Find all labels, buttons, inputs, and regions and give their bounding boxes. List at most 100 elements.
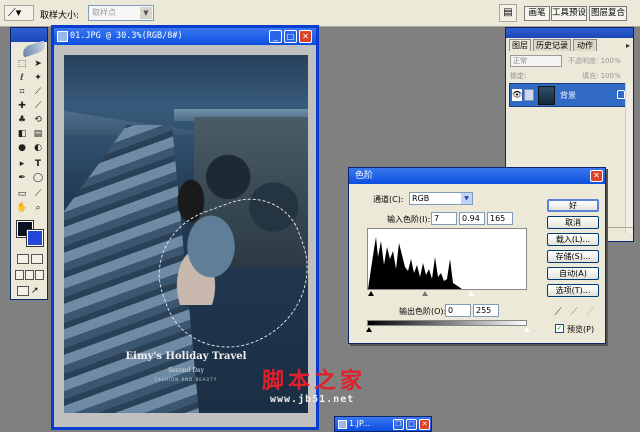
channel-select[interactable]: RGB ▼ — [409, 192, 473, 205]
input-levels-label: 输入色阶(I): — [387, 215, 431, 224]
standard-screen-mode-icon[interactable] — [15, 270, 24, 280]
slice-tool-icon[interactable]: ⟋ — [31, 86, 45, 98]
auto-button[interactable]: 自动(A) — [547, 267, 599, 280]
levels-titlebar[interactable]: 色阶 — [349, 168, 605, 184]
black-point-slider[interactable] — [368, 291, 374, 296]
watermark-chinese: 脚本之家 — [262, 368, 367, 394]
layer-link-icon[interactable] — [524, 89, 534, 101]
standard-mode-icon[interactable] — [17, 254, 29, 264]
restore-button[interactable]: ❐ — [393, 419, 404, 430]
eyedropper-tool-preset-icon[interactable]: ⟋▾ — [4, 5, 34, 21]
blend-mode-select[interactable]: 正常 — [510, 55, 562, 67]
lasso-tool-icon[interactable]: ℓ — [15, 72, 29, 84]
input-gamma-field[interactable]: 0.94 — [459, 212, 485, 225]
white-eyedropper-icon[interactable]: ⟋ — [585, 307, 595, 319]
sample-size-label: 取样大小: — [40, 11, 80, 21]
document-title: 01.JPG @ 30.3%(RGB/8#) — [70, 31, 183, 41]
load-button[interactable]: 载入(L)... — [547, 233, 599, 246]
path-selection-tool-icon[interactable]: ▸ — [15, 158, 29, 170]
document-icon — [57, 31, 68, 42]
crop-tool-icon[interactable]: ⌗ — [15, 86, 29, 98]
minimized-document-window[interactable]: 1.JP... ❐ □ ✕ — [334, 416, 432, 432]
zoom-tool-icon[interactable]: ⌕ — [31, 202, 45, 214]
output-white-slider[interactable] — [524, 327, 530, 332]
output-black-field[interactable]: 0 — [445, 304, 471, 317]
watermark-url: www.jb51.net — [270, 394, 355, 405]
maximize-button[interactable]: □ — [284, 30, 297, 43]
tab-tool-presets[interactable]: 工具预设 — [551, 6, 587, 21]
lock-icon — [617, 90, 625, 99]
layer-thumbnail — [538, 86, 555, 105]
tab-history[interactable]: 历史记录 — [533, 39, 571, 51]
layer-row-background[interactable]: 👁 背景 — [509, 83, 630, 107]
document-icon — [338, 420, 347, 429]
photoshop-feather-logo[interactable] — [21, 40, 47, 58]
save-button[interactable]: 存储(S)... — [547, 250, 599, 263]
maximize-button[interactable]: □ — [406, 419, 417, 430]
shape-tool-icon[interactable]: ◯ — [31, 172, 45, 184]
cancel-button[interactable]: 取消 — [547, 216, 599, 229]
histogram — [367, 228, 527, 290]
layers-panel-titlebar[interactable] — [506, 28, 633, 38]
edit-in-imageready-icon[interactable] — [17, 286, 29, 296]
lock-label: 锁定: — [510, 72, 527, 80]
close-button[interactable]: ✕ — [590, 170, 603, 182]
tab-layers[interactable]: 图层 — [509, 39, 531, 51]
photo-caption-title: Eimy's Holiday Travel — [125, 351, 247, 362]
magic-wand-tool-icon[interactable]: ✦ — [31, 72, 45, 84]
tab-actions[interactable]: 动作 — [573, 39, 597, 51]
history-brush-tool-icon[interactable]: ⟲ — [31, 114, 45, 126]
hand-tool-icon[interactable]: ✋ — [15, 202, 29, 214]
blur-tool-icon[interactable]: ● — [15, 142, 29, 154]
ok-button[interactable]: 好 — [547, 199, 599, 212]
input-white-field[interactable]: 165 — [487, 212, 513, 225]
layers-scrollbar[interactable] — [625, 83, 633, 233]
jump-to-imageready-icon[interactable]: ↗ — [31, 286, 43, 296]
input-black-field[interactable]: 7 — [431, 212, 457, 225]
black-eyedropper-icon[interactable]: ⟋ — [553, 307, 563, 319]
move-tool-icon[interactable]: ➤ — [31, 58, 45, 70]
healing-brush-tool-icon[interactable]: ✚ — [15, 100, 29, 112]
layer-name: 背景 — [560, 91, 576, 100]
dodge-tool-icon[interactable]: ◐ — [31, 142, 45, 154]
output-levels-label: 输出色阶(O): — [399, 307, 447, 316]
full-screen-menu-mode-icon[interactable] — [25, 270, 34, 280]
opacity-field[interactable]: 不透明度: 100% — [568, 56, 621, 66]
eye-icon[interactable]: 👁 — [512, 89, 522, 101]
gradient-tool-icon[interactable]: ▤ — [31, 128, 45, 140]
sample-size-select[interactable]: 取样点 ▼ — [88, 5, 154, 21]
tab-brushes[interactable]: 画笔 — [524, 6, 550, 21]
toolbox-titlebar[interactable] — [11, 28, 47, 42]
eyedropper-tool-icon[interactable]: ⟋ — [31, 188, 45, 200]
full-screen-mode-icon[interactable] — [35, 270, 44, 280]
marquee-tool-icon[interactable]: ⬚ — [15, 58, 29, 70]
palette-well-icon[interactable]: ▤ — [499, 4, 517, 22]
minimize-button[interactable]: _ — [269, 30, 282, 43]
chevron-down-icon: ▼ — [140, 7, 152, 19]
gamma-slider[interactable] — [422, 291, 428, 296]
clone-stamp-tool-icon[interactable]: ♣ — [15, 114, 29, 126]
close-button[interactable]: ✕ — [299, 30, 312, 43]
type-tool-icon[interactable]: T — [31, 158, 45, 170]
toolbox: ⬚ ➤ ℓ ✦ ⌗ ⟋ ✚ ⟋ ♣ ⟲ ◧ ▤ ● ◐ ▸ T ✒ ◯ ▭ ⟋ … — [10, 27, 48, 300]
output-black-slider[interactable] — [366, 327, 372, 332]
background-color-swatch[interactable] — [26, 229, 44, 247]
gray-eyedropper-icon[interactable]: ⟋ — [569, 307, 579, 319]
options-button[interactable]: 选项(T)... — [547, 284, 599, 297]
pen-tool-icon[interactable]: ✒ — [15, 172, 29, 184]
minimized-window-title: 1.JP... — [349, 419, 371, 428]
brush-tool-icon[interactable]: ⟋ — [31, 100, 45, 112]
output-white-field[interactable]: 255 — [473, 304, 499, 317]
document-canvas[interactable]: Eimy's Holiday Travel Second Day FASHION… — [64, 55, 308, 413]
output-gradient-bar — [367, 320, 527, 326]
notes-tool-icon[interactable]: ▭ — [15, 188, 29, 200]
tab-layer-comps[interactable]: 图层复合 — [589, 6, 627, 21]
fill-field[interactable]: 填充: 100% — [582, 71, 621, 81]
preview-checkbox[interactable]: ✓ — [555, 324, 564, 333]
white-point-slider[interactable] — [468, 291, 474, 296]
eraser-tool-icon[interactable]: ◧ — [15, 128, 29, 140]
close-button[interactable]: ✕ — [419, 419, 430, 430]
panel-menu-icon[interactable]: ▸ — [626, 41, 630, 50]
quick-mask-mode-icon[interactable] — [31, 254, 43, 264]
chevron-down-icon: ▼ — [461, 193, 472, 204]
